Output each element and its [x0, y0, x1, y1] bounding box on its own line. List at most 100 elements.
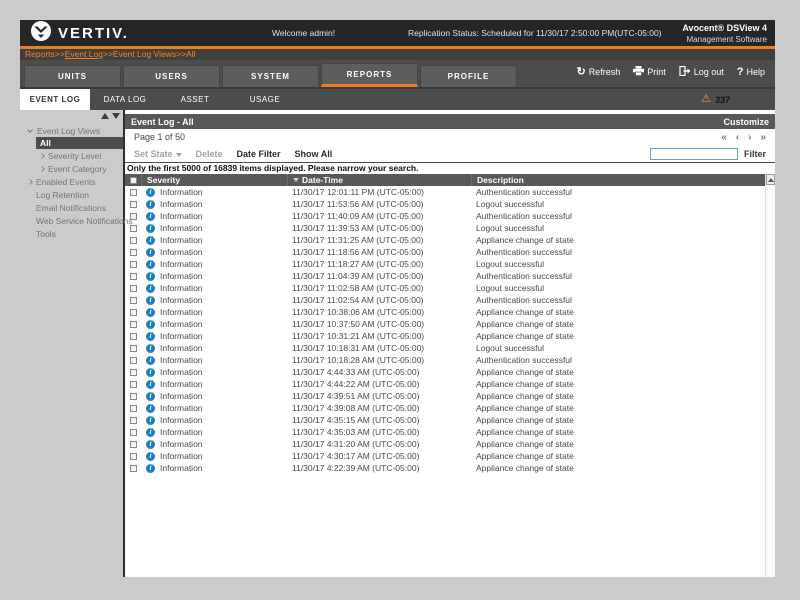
last-page-icon[interactable]: »: [760, 132, 766, 143]
print-button[interactable]: Print: [633, 66, 666, 78]
tab-system[interactable]: SYSTEM: [222, 65, 319, 87]
row-checkbox[interactable]: [129, 200, 137, 208]
sidebar-item-event-log-views[interactable]: Event Log Views: [20, 124, 123, 137]
table-row[interactable]: i Information 11/30/17 4:35:03 AM (UTC-0…: [125, 426, 765, 438]
table-row[interactable]: i Information 11/30/17 10:38:06 AM (UTC-…: [125, 306, 765, 318]
row-checkbox[interactable]: [129, 392, 137, 400]
datetime-cell: 11/30/17 10:38:06 AM (UTC-05:00): [292, 307, 425, 317]
print-icon: [633, 66, 645, 78]
set-state-button[interactable]: Set State: [134, 149, 182, 159]
sidebar-root-label: Event Log Views: [37, 125, 101, 136]
row-checkbox[interactable]: [129, 440, 137, 448]
row-checkbox[interactable]: [129, 404, 137, 412]
row-checkbox[interactable]: [129, 248, 137, 256]
table-row[interactable]: i Information 11/30/17 4:44:33 AM (UTC-0…: [125, 366, 765, 378]
table-row[interactable]: i Information 11/30/17 11:39:53 AM (UTC-…: [125, 222, 765, 234]
sidebar-item-email-notifications[interactable]: Email Notifications: [20, 201, 123, 214]
help-button[interactable]: ? Help: [737, 66, 765, 78]
select-all-checkbox[interactable]: [129, 176, 137, 184]
table-row[interactable]: i Information 11/30/17 10:31:21 AM (UTC-…: [125, 330, 765, 342]
sidebar-item-event-category[interactable]: Event Category: [20, 162, 123, 175]
row-checkbox[interactable]: [129, 224, 137, 232]
first-page-icon[interactable]: «: [721, 132, 727, 143]
column-header-datetime[interactable]: Date-Time: [287, 174, 471, 186]
tab-reports[interactable]: REPORTS: [321, 63, 418, 87]
information-icon: i: [146, 187, 155, 197]
table-row[interactable]: i Information 11/30/17 11:02:58 AM (UTC-…: [125, 282, 765, 294]
breadcrumb-link-event-log[interactable]: Event Log: [65, 49, 103, 59]
table-row[interactable]: i Information 11/30/17 11:53:56 AM (UTC-…: [125, 198, 765, 210]
customize-button[interactable]: Customize: [723, 117, 769, 127]
table-row[interactable]: i Information 11/30/17 11:18:56 AM (UTC-…: [125, 246, 765, 258]
subtab-asset[interactable]: ASSET: [160, 89, 230, 110]
sidebar-item-severity-level[interactable]: Severity Level: [20, 149, 123, 162]
column-header-description[interactable]: Description: [471, 174, 765, 186]
row-checkbox[interactable]: [129, 236, 137, 244]
delete-button[interactable]: Delete: [196, 149, 223, 159]
chevron-right-icon: [27, 178, 33, 185]
alert-badge[interactable]: ⚠ 337: [701, 89, 730, 110]
table-row[interactable]: i Information 11/30/17 12:01:11 PM (UTC-…: [125, 186, 765, 198]
prev-page-icon[interactable]: ‹: [736, 132, 739, 143]
table-row[interactable]: i Information 11/30/17 4:39:08 AM (UTC-0…: [125, 402, 765, 414]
row-checkbox[interactable]: [129, 416, 137, 424]
row-checkbox[interactable]: [129, 452, 137, 460]
row-checkbox[interactable]: [129, 296, 137, 304]
collapse-up-icon[interactable]: [101, 113, 109, 119]
sidebar-item-enabled-events[interactable]: Enabled Events: [20, 175, 123, 188]
subtab-usage[interactable]: USAGE: [230, 89, 300, 110]
filter-button[interactable]: Filter: [744, 149, 766, 159]
subtab-event-log[interactable]: EVENT LOG: [20, 89, 90, 110]
description-cell: Logout successful: [476, 283, 545, 293]
sidebar-item-tools[interactable]: Tools: [20, 227, 123, 240]
tab-units[interactable]: UNITS: [24, 65, 121, 87]
table-row[interactable]: i Information 11/30/17 4:44:22 AM (UTC-0…: [125, 378, 765, 390]
row-checkbox[interactable]: [129, 284, 137, 292]
show-all-button[interactable]: Show All: [295, 149, 333, 159]
logout-button[interactable]: Log out: [679, 65, 724, 78]
sidebar-item-all[interactable]: All: [36, 137, 123, 149]
table-row[interactable]: i Information 11/30/17 11:02:54 AM (UTC-…: [125, 294, 765, 306]
table-row[interactable]: i Information 11/30/17 11:40:09 AM (UTC-…: [125, 210, 765, 222]
table-row[interactable]: i Information 11/30/17 11:04:39 AM (UTC-…: [125, 270, 765, 282]
table-row[interactable]: i Information 11/30/17 4:30:17 AM (UTC-0…: [125, 450, 765, 462]
row-checkbox[interactable]: [129, 428, 137, 436]
row-checkbox[interactable]: [129, 320, 137, 328]
datetime-cell: 11/30/17 11:31:25 AM (UTC-05:00): [292, 235, 424, 245]
subtab-data-log[interactable]: DATA LOG: [90, 89, 160, 110]
row-checkbox[interactable]: [129, 272, 137, 280]
table-row[interactable]: i Information 11/30/17 10:37:50 AM (UTC-…: [125, 318, 765, 330]
table-row[interactable]: i Information 11/30/17 11:18:27 AM (UTC-…: [125, 258, 765, 270]
row-checkbox[interactable]: [129, 380, 137, 388]
severity-cell: Information: [160, 391, 203, 401]
row-checkbox[interactable]: [129, 260, 137, 268]
table-row[interactable]: i Information 11/30/17 4:31:20 AM (UTC-0…: [125, 438, 765, 450]
tab-users[interactable]: USERS: [123, 65, 220, 87]
table-row[interactable]: i Information 11/30/17 4:39:51 AM (UTC-0…: [125, 390, 765, 402]
datetime-cell: 11/30/17 4:35:03 AM (UTC-05:00): [292, 427, 420, 437]
table-row[interactable]: i Information 11/30/17 10:18:28 AM (UTC-…: [125, 354, 765, 366]
row-checkbox[interactable]: [129, 188, 137, 196]
row-checkbox[interactable]: [129, 308, 137, 316]
date-filter-button[interactable]: Date Filter: [237, 149, 281, 159]
filter-input[interactable]: [649, 147, 738, 160]
next-page-icon[interactable]: ›: [748, 132, 751, 143]
scrollbar-track[interactable]: [766, 185, 775, 577]
table-row[interactable]: i Information 11/30/17 4:35:15 AM (UTC-0…: [125, 414, 765, 426]
row-checkbox[interactable]: [129, 332, 137, 340]
refresh-button[interactable]: ↻ Refresh: [576, 67, 620, 78]
row-checkbox[interactable]: [129, 464, 137, 472]
row-checkbox[interactable]: [129, 344, 137, 352]
tab-profile[interactable]: PROFILE: [420, 65, 517, 87]
collapse-down-icon[interactable]: [112, 113, 120, 119]
table-row[interactable]: i Information 11/30/17 10:18:31 AM (UTC-…: [125, 342, 765, 354]
row-checkbox[interactable]: [129, 368, 137, 376]
table-row[interactable]: i Information 11/30/17 11:31:25 AM (UTC-…: [125, 234, 765, 246]
description-cell: Logout successful: [476, 223, 545, 233]
sidebar-item-web-service-notifications[interactable]: Web Service Notifications: [20, 214, 133, 227]
sidebar-item-log-retention[interactable]: Log Retention: [20, 188, 123, 201]
column-header-severity[interactable]: Severity: [141, 174, 287, 186]
scrollbar-up-button[interactable]: [766, 174, 775, 185]
row-checkbox[interactable]: [129, 356, 137, 364]
table-row[interactable]: i Information 11/30/17 4:22:39 AM (UTC-0…: [125, 462, 765, 474]
